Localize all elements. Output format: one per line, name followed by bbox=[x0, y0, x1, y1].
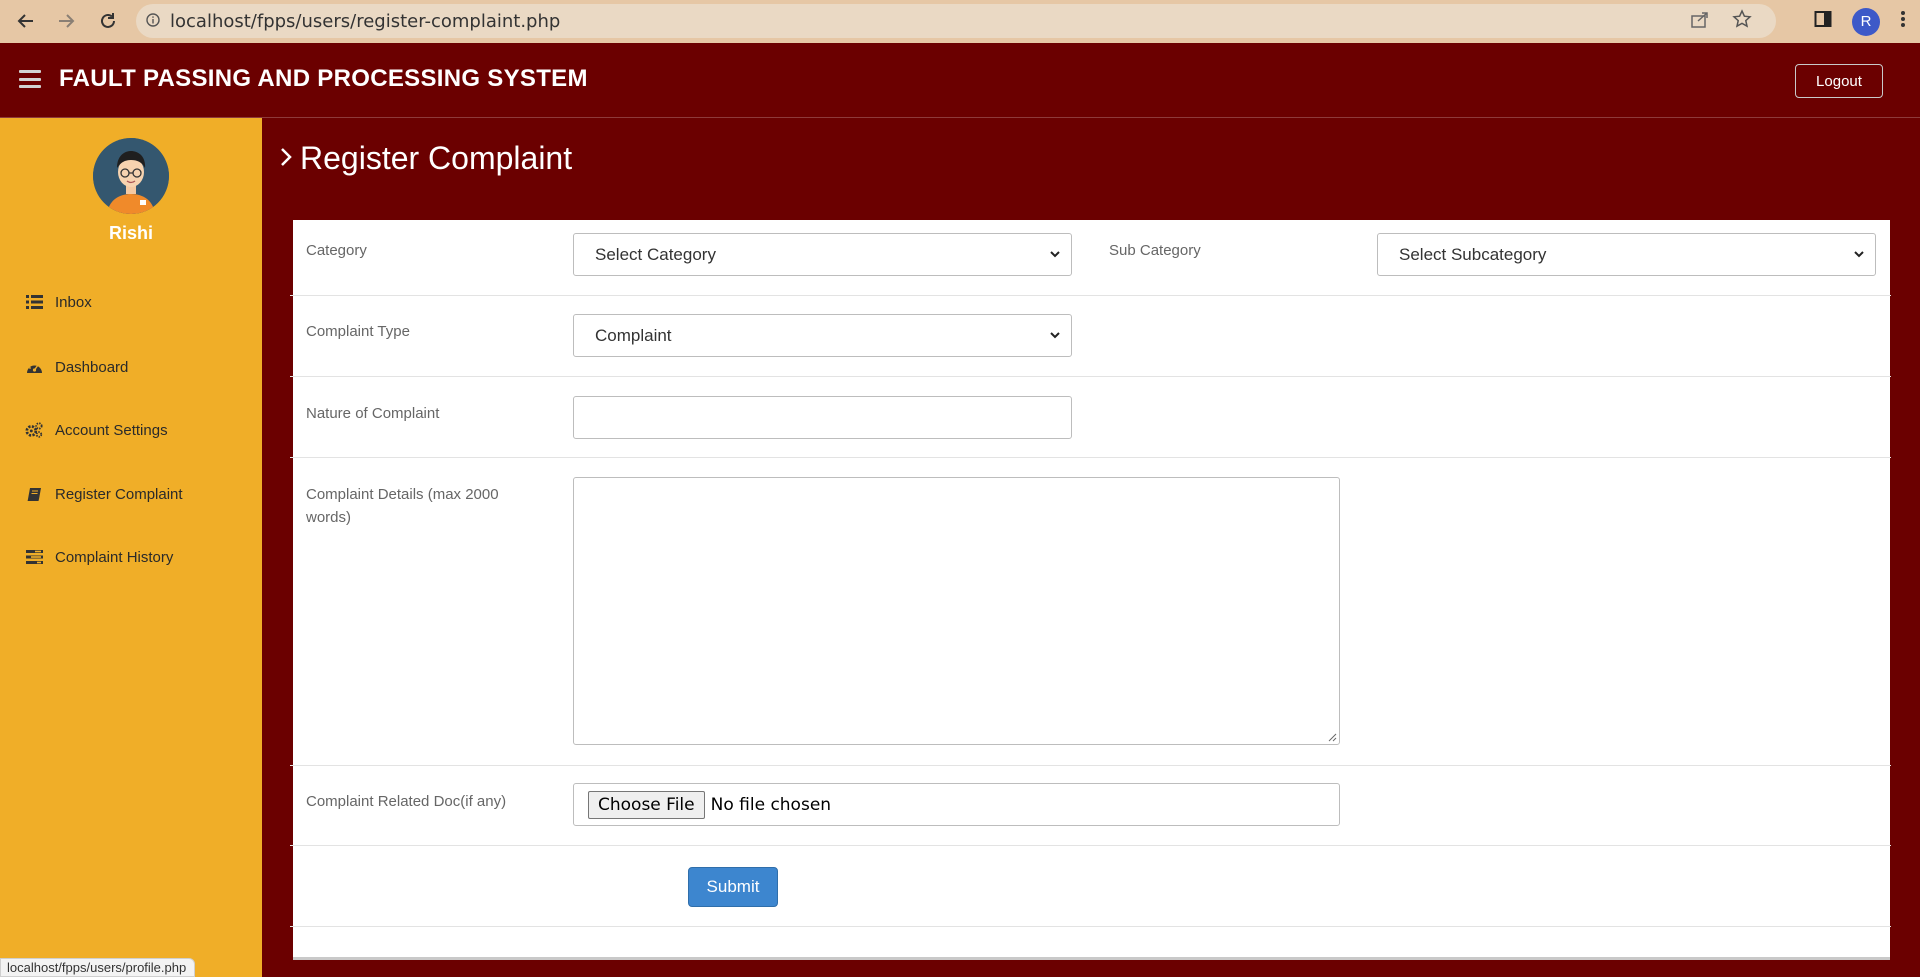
bookmark-star-icon[interactable] bbox=[1732, 8, 1752, 34]
app-header: FAULT PASSING AND PROCESSING SYSTEM Logo… bbox=[0, 43, 1920, 118]
share-icon[interactable] bbox=[1690, 10, 1710, 33]
row-divider bbox=[290, 765, 1891, 766]
chevron-down-icon bbox=[1050, 251, 1060, 258]
forward-arrow-icon[interactable] bbox=[46, 1, 86, 41]
chevron-down-icon bbox=[1050, 332, 1060, 339]
row-divider bbox=[290, 376, 1891, 377]
user-name: Rishi bbox=[108, 223, 153, 243]
address-bar[interactable]: localhost/fpps/users/register-complaint.… bbox=[136, 4, 1776, 38]
sidebar: Rishi Inbox Dashboard Account Settings R… bbox=[0, 118, 262, 977]
nature-of-complaint-label: Nature of Complaint bbox=[306, 405, 440, 422]
chevron-right-icon bbox=[280, 143, 292, 174]
file-status-text: No file chosen bbox=[710, 794, 832, 815]
file-upload-field[interactable]: Choose File No file chosen bbox=[573, 783, 1340, 826]
tasks-icon bbox=[25, 548, 43, 566]
complaint-type-select[interactable]: Complaint bbox=[573, 314, 1072, 357]
row-divider bbox=[290, 926, 1891, 927]
book-icon bbox=[25, 485, 43, 503]
row-divider bbox=[290, 845, 1891, 846]
app-title: FAULT PASSING AND PROCESSING SYSTEM bbox=[59, 65, 588, 92]
sidebar-item-label: Account Settings bbox=[55, 421, 168, 439]
url-text[interactable]: localhost/fpps/users/register-complaint.… bbox=[170, 11, 560, 32]
subcategory-select[interactable]: Select Subcategory bbox=[1377, 233, 1876, 276]
category-selected-value: Select Category bbox=[595, 244, 716, 264]
nature-of-complaint-input[interactable] bbox=[573, 396, 1072, 439]
sidebar-item-label: Dashboard bbox=[55, 358, 129, 376]
page-title: Register Complaint bbox=[280, 140, 572, 177]
complaint-form: Category Select Category Sub Category Se… bbox=[290, 220, 1891, 960]
browser-toolbar: localhost/fpps/users/register-complaint.… bbox=[0, 0, 1920, 43]
choose-file-button[interactable]: Choose File bbox=[588, 790, 705, 819]
sidebar-item-register-complaint[interactable]: Register Complaint bbox=[25, 485, 183, 503]
sidebar-item-label: Inbox bbox=[55, 293, 92, 311]
sidebar-item-complaint-history[interactable]: Complaint History bbox=[25, 548, 173, 566]
category-label: Category bbox=[306, 242, 367, 259]
sidebar-toggle-icon[interactable] bbox=[1814, 10, 1832, 33]
subcategory-selected-value: Select Subcategory bbox=[1399, 244, 1547, 264]
reload-icon[interactable] bbox=[88, 1, 128, 41]
chevron-down-icon bbox=[1854, 251, 1864, 258]
sidebar-item-label: Register Complaint bbox=[55, 485, 183, 503]
complaint-details-label: Complaint Details (max 2000 words) bbox=[306, 486, 499, 526]
gears-icon bbox=[25, 421, 43, 439]
complaint-type-label: Complaint Type bbox=[306, 323, 410, 340]
browser-profile-avatar[interactable]: R bbox=[1852, 7, 1880, 36]
row-divider bbox=[290, 457, 1891, 458]
submit-button[interactable]: Submit bbox=[688, 867, 778, 907]
subcategory-label: Sub Category bbox=[1109, 242, 1201, 259]
list-icon bbox=[25, 293, 43, 311]
row-divider bbox=[290, 295, 1891, 296]
back-arrow-icon[interactable] bbox=[6, 1, 46, 41]
complaint-type-selected-value: Complaint bbox=[595, 325, 672, 345]
browser-menu-icon[interactable] bbox=[1900, 9, 1906, 34]
site-info-icon[interactable] bbox=[136, 12, 170, 30]
resize-handle-icon[interactable] bbox=[1327, 732, 1337, 742]
complaint-doc-label: Complaint Related Doc(if any) bbox=[306, 793, 507, 810]
status-url-tooltip: localhost/fpps/users/profile.php bbox=[0, 958, 196, 977]
dashboard-icon bbox=[25, 358, 43, 376]
sidebar-item-label: Complaint History bbox=[55, 548, 174, 566]
complaint-details-textarea[interactable] bbox=[573, 477, 1340, 745]
user-avatar[interactable] bbox=[93, 138, 169, 214]
sidebar-item-dashboard[interactable]: Dashboard bbox=[25, 358, 128, 376]
logout-button[interactable]: Logout bbox=[1795, 64, 1883, 98]
hamburger-menu-icon[interactable] bbox=[19, 70, 41, 88]
category-select[interactable]: Select Category bbox=[573, 233, 1072, 276]
sidebar-item-inbox[interactable]: Inbox bbox=[25, 293, 92, 311]
sidebar-item-account-settings[interactable]: Account Settings bbox=[25, 421, 168, 439]
page-title-text: Register Complaint bbox=[300, 140, 573, 176]
